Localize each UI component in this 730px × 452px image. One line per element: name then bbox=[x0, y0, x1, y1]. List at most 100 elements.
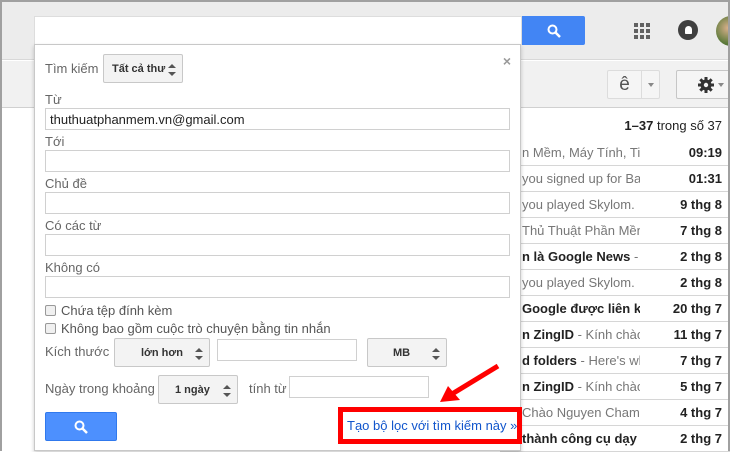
input-tools-label: ê bbox=[608, 71, 642, 98]
from-field[interactable] bbox=[45, 108, 510, 130]
email-row[interactable]: you signed up for Bay 01:31 bbox=[500, 166, 730, 192]
size-field[interactable] bbox=[217, 339, 357, 361]
subject-label: Chủ đề bbox=[45, 176, 87, 191]
email-preview: you played Skylom. bbox=[522, 197, 635, 212]
message-count: 1–37 trong số 37 bbox=[624, 118, 722, 133]
email-snippet: d folders - Here's wh bbox=[500, 353, 640, 368]
search-icon bbox=[74, 420, 88, 434]
size-label: Kích thước bbox=[45, 344, 110, 359]
updown-icon bbox=[195, 348, 203, 360]
red-arrow-annotation bbox=[440, 363, 500, 402]
email-snippet: n là Google News - S bbox=[500, 249, 640, 264]
email-row[interactable]: n là Google News - S 2 thg 8 bbox=[500, 244, 730, 270]
email-preview: - Here's wh bbox=[576, 353, 640, 368]
email-date: 2 thg 8 bbox=[680, 275, 722, 290]
search-input[interactable] bbox=[34, 16, 522, 45]
checkbox-icon bbox=[45, 305, 56, 316]
search-scope-label: Tìm kiếm bbox=[45, 61, 99, 76]
has-attachment-checkbox[interactable]: Chứa tệp đính kèm bbox=[45, 303, 172, 318]
from-label: Từ bbox=[45, 92, 62, 107]
updown-icon bbox=[168, 64, 176, 76]
notifications-icon[interactable] bbox=[678, 20, 698, 40]
search-submit-button[interactable] bbox=[45, 412, 117, 441]
email-row[interactable]: n ZingID - Kính chào 11 thg 7 bbox=[500, 322, 730, 348]
email-subject: thành công cụ dạy bbox=[522, 431, 637, 446]
checkbox-icon bbox=[45, 323, 56, 334]
input-tools-button[interactable]: ê bbox=[607, 70, 660, 99]
email-preview: - Kính chào bbox=[574, 379, 640, 394]
has-words-field[interactable] bbox=[45, 234, 510, 256]
email-preview: - S bbox=[633, 249, 640, 264]
email-snippet: n ZingID - Kính chào bbox=[500, 327, 640, 342]
email-subject: d folders bbox=[522, 353, 577, 368]
email-row[interactable]: you played Skylom. 9 thg 8 bbox=[500, 192, 730, 218]
chevron-down-icon bbox=[718, 82, 724, 87]
email-date: 7 thg 7 bbox=[680, 353, 722, 368]
email-row[interactable]: Google được liên kế 20 thg 7 bbox=[500, 296, 730, 322]
email-row[interactable]: n Mềm, Máy Tính, Ti 09:19 bbox=[500, 140, 730, 166]
size-operator-select[interactable]: lớn hơn bbox=[114, 338, 210, 367]
email-date: 09:19 bbox=[688, 145, 722, 160]
email-subject: n ZingID bbox=[522, 379, 574, 394]
select-value: Tất cả thư bbox=[112, 62, 166, 75]
email-row[interactable]: d folders - Here's wh 7 thg 7 bbox=[500, 348, 730, 374]
date-from-field[interactable] bbox=[289, 376, 429, 398]
email-snippet: n Mềm, Máy Tính, Ti bbox=[500, 145, 640, 160]
email-date: 01:31 bbox=[688, 171, 722, 186]
updown-icon bbox=[223, 385, 231, 397]
email-preview: Thủ Thuật Phần Mền bbox=[522, 223, 640, 238]
email-subject: n là Google News bbox=[522, 249, 631, 264]
email-row[interactable]: thành công cụ dạy 2 thg 7 bbox=[500, 426, 730, 452]
email-row[interactable]: n ZingID - Kính chào 5 thg 7 bbox=[500, 374, 730, 400]
date-range-label: Ngày trong khoảng bbox=[45, 381, 155, 396]
email-snippet: you played Skylom. bbox=[500, 275, 640, 290]
date-range-select[interactable]: 1 ngày bbox=[158, 375, 238, 404]
subject-field[interactable] bbox=[45, 192, 510, 214]
checkbox-label: Chứa tệp đính kèm bbox=[61, 303, 173, 318]
chevron-down-icon bbox=[647, 83, 654, 87]
search-scope-select[interactable]: Tất cả thư bbox=[103, 54, 183, 83]
email-date: 20 thg 7 bbox=[672, 301, 722, 316]
create-filter-link[interactable]: Tạo bộ lọc với tìm kiếm này » bbox=[338, 407, 522, 444]
email-snippet: you signed up for Bay bbox=[500, 171, 640, 186]
select-value: MB bbox=[393, 346, 411, 359]
not-has-label: Không có bbox=[45, 260, 100, 275]
email-date: 9 thg 8 bbox=[680, 197, 722, 212]
date-from-label: tính từ bbox=[249, 381, 287, 396]
email-preview: - Kính chào bbox=[574, 327, 640, 342]
email-date: 7 thg 8 bbox=[680, 223, 722, 238]
settings-button[interactable] bbox=[676, 70, 730, 99]
email-row[interactable]: Chào Nguyen Cham, 4 thg 7 bbox=[500, 400, 730, 426]
email-snippet: you played Skylom. bbox=[500, 197, 640, 212]
email-preview: n Mềm, Máy Tính, Ti bbox=[522, 145, 640, 160]
search-icon bbox=[547, 24, 561, 38]
email-date: 2 thg 7 bbox=[680, 431, 722, 446]
email-date: 4 thg 7 bbox=[680, 405, 722, 420]
select-value: 1 ngày bbox=[175, 383, 210, 396]
exclude-chats-checkbox[interactable]: Không bao gồm cuộc trò chuyện bằng tin n… bbox=[45, 321, 331, 336]
email-preview: you played Skylom. bbox=[522, 275, 635, 290]
email-date: 2 thg 8 bbox=[680, 249, 722, 264]
select-value: lớn hơn bbox=[141, 346, 183, 359]
email-row[interactable]: you played Skylom. 2 thg 8 bbox=[500, 270, 730, 296]
apps-grid-icon[interactable] bbox=[634, 23, 650, 39]
email-date: 5 thg 7 bbox=[680, 379, 722, 394]
email-date: 11 thg 7 bbox=[673, 327, 722, 342]
to-field[interactable] bbox=[45, 150, 510, 172]
updown-icon bbox=[432, 348, 440, 360]
email-preview: you signed up for Bay bbox=[522, 171, 640, 186]
not-has-field[interactable] bbox=[45, 276, 510, 298]
email-preview: Chào Nguyen Cham, bbox=[522, 405, 640, 420]
email-snippet: n ZingID - Kính chào bbox=[500, 379, 640, 394]
close-icon[interactable]: × bbox=[503, 53, 511, 69]
email-list: n Mềm, Máy Tính, Ti 09:19 you signed up fo… bbox=[500, 140, 730, 452]
email-subject: Google được liên kế bbox=[522, 301, 640, 316]
has-words-label: Có các từ bbox=[45, 218, 102, 233]
email-row[interactable]: Thủ Thuật Phần Mền 7 thg 8 bbox=[500, 218, 730, 244]
search-button[interactable] bbox=[522, 16, 585, 45]
email-snippet: Google được liên kế bbox=[500, 301, 640, 316]
email-subject: n ZingID bbox=[522, 327, 574, 342]
email-snippet: Thủ Thuật Phần Mền bbox=[500, 223, 640, 238]
checkbox-label: Không bao gồm cuộc trò chuyện bằng tin n… bbox=[61, 321, 331, 336]
gear-icon bbox=[698, 76, 714, 93]
